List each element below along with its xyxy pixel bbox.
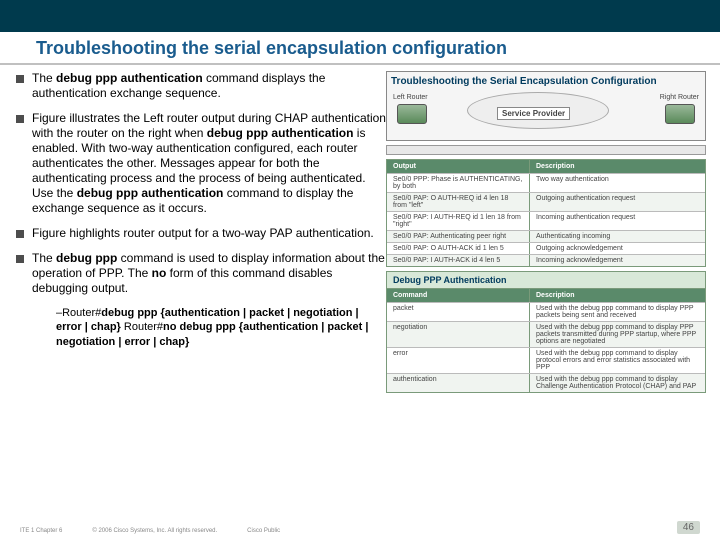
left-router-icon <box>397 104 427 124</box>
bullet-marker <box>16 75 24 83</box>
footer-chapter: ITE 1 Chapter 6 <box>20 528 62 534</box>
bullet-marker <box>16 115 24 123</box>
bullet-marker <box>16 255 24 263</box>
content-area: The debug ppp authentication command dis… <box>0 71 720 397</box>
page-number: 46 <box>677 521 700 534</box>
slide: Troubleshooting the serial encapsulation… <box>0 0 720 540</box>
footer-copyright: © 2006 Cisco Systems, Inc. All rights re… <box>92 528 217 534</box>
bullet-3: Figure highlights router output for a tw… <box>16 226 386 241</box>
bullet-4: The debug ppp command is used to display… <box>16 251 386 296</box>
command-table: CommandDescription packetUsed with the d… <box>386 288 706 393</box>
table-row: Se0/0 PAP: I AUTH-ACK id 4 len 5Incoming… <box>387 254 705 266</box>
table-row: Se0/0 PAP: Authenticating peer rightAuth… <box>387 230 705 242</box>
service-provider-label: Service Provider <box>497 107 570 120</box>
table-header: OutputDescription <box>387 160 705 173</box>
slide-title: Troubleshooting the serial encapsulation… <box>0 32 720 65</box>
diagram-title: Troubleshooting the Serial Encapsulation… <box>391 76 701 87</box>
right-router-icon <box>665 104 695 124</box>
right-column: Troubleshooting the Serial Encapsulation… <box>386 71 706 397</box>
bullet-marker <box>16 230 24 238</box>
bullet-1: The debug ppp authentication command dis… <box>16 71 386 101</box>
table-row: errorUsed with the debug ppp command to … <box>387 347 705 373</box>
top-bar <box>0 0 720 32</box>
left-column: The debug ppp authentication command dis… <box>16 71 386 397</box>
right-router-label: Right Router <box>660 94 699 101</box>
table-row: Se0/0 PAP: I AUTH-REQ id 1 len 18 from "… <box>387 211 705 230</box>
sub-bullet: –Router#debug ppp {authentication | pack… <box>56 306 386 349</box>
table-row: Se0/0 PAP: O AUTH-REQ id 4 len 18 from "… <box>387 192 705 211</box>
table-row: Se0/0 PAP: O AUTH-ACK id 1 len 5Outgoing… <box>387 242 705 254</box>
network-diagram: Troubleshooting the Serial Encapsulation… <box>386 71 706 141</box>
table-row: packetUsed with the debug ppp command to… <box>387 302 705 321</box>
output-table: OutputDescription Se0/0 PPP: Phase is AU… <box>386 159 706 267</box>
table-header: CommandDescription <box>387 289 705 302</box>
left-router-label: Left Router <box>393 94 428 101</box>
debug-table-title: Debug PPP Authentication <box>386 271 706 288</box>
table-row: negotiationUsed with the debug ppp comma… <box>387 321 705 347</box>
table-row: authenticationUsed with the debug ppp co… <box>387 373 705 392</box>
footer-public: Cisco Public <box>247 528 280 534</box>
terminal-output <box>386 145 706 155</box>
table-row: Se0/0 PPP: Phase is AUTHENTICATING, by b… <box>387 173 705 192</box>
bullet-2: Figure illustrates the Left router outpu… <box>16 111 386 216</box>
footer: ITE 1 Chapter 6 © 2006 Cisco Systems, In… <box>0 528 720 534</box>
